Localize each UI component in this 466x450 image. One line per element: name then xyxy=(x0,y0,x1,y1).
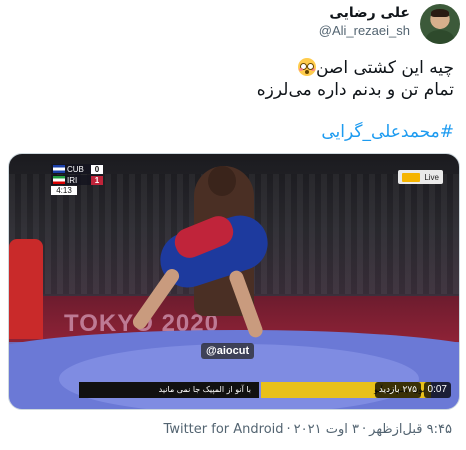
tweet-source[interactable]: Twitter for Android xyxy=(164,422,284,437)
author-handle[interactable]: @Ali_rezaei_sh xyxy=(319,23,410,38)
score-row: CUB 0 xyxy=(51,164,103,174)
meta-separator: · xyxy=(286,422,291,437)
hashtag-link[interactable]: #محمدعلی_گرایی xyxy=(321,122,454,142)
score-country-code: IRI xyxy=(67,175,78,185)
match-clock: 4:13 xyxy=(51,186,77,195)
author-display-name[interactable]: علی رضایی xyxy=(319,5,410,21)
tweet-text-line-2: تمام تن و بدنم داره می‌لرزه xyxy=(256,80,454,100)
video-watermark: @aiocut xyxy=(201,343,255,359)
avatar-hair xyxy=(431,9,449,17)
scoreboard: CUB 0 IRI 1 4:13 xyxy=(51,164,103,195)
view-count: ۲۷۵ بازدید xyxy=(374,382,421,398)
side-athlete xyxy=(9,239,43,339)
score-points: 1 xyxy=(91,175,103,185)
avatar-shirt xyxy=(426,30,454,44)
flushed-face-icon xyxy=(297,58,316,76)
author-block[interactable]: علی رضایی @Ali_rezaei_sh xyxy=(319,5,410,38)
tweet-metadata: ۹:۴۵ قبل‌ازظهر·۳ اوت ۲۰۲۱·Twitter for An… xyxy=(164,422,452,437)
meta-separator: · xyxy=(362,422,367,437)
score-row: IRI 1 xyxy=(51,175,103,185)
video-player[interactable]: TOKYO 2020 CUB 0 IRI 1 4:13 Live @aiocut… xyxy=(8,153,460,410)
video-duration: 0:07 xyxy=(423,382,451,398)
tweet-line1-text: چیه این کشتی اصن xyxy=(315,58,454,78)
score-country-code: CUB xyxy=(67,164,84,174)
live-badge: Live xyxy=(398,170,443,184)
broadcaster-logo-icon xyxy=(402,172,421,182)
live-label: Live xyxy=(424,172,439,182)
tweet-text-line-1: چیه این کشتی اصن xyxy=(297,58,454,78)
iran-flag-icon xyxy=(53,176,65,184)
avatar[interactable] xyxy=(420,4,460,44)
score-points: 0 xyxy=(91,164,103,174)
video-subtitle-ticker: با آنو از المپیک جا نمی مانید xyxy=(79,382,259,398)
tweet-date[interactable]: ۳ اوت ۲۰۲۱ xyxy=(294,422,359,437)
cuba-flag-icon xyxy=(53,165,65,173)
tweet-time[interactable]: ۹:۴۵ قبل‌ازظهر xyxy=(369,422,452,437)
